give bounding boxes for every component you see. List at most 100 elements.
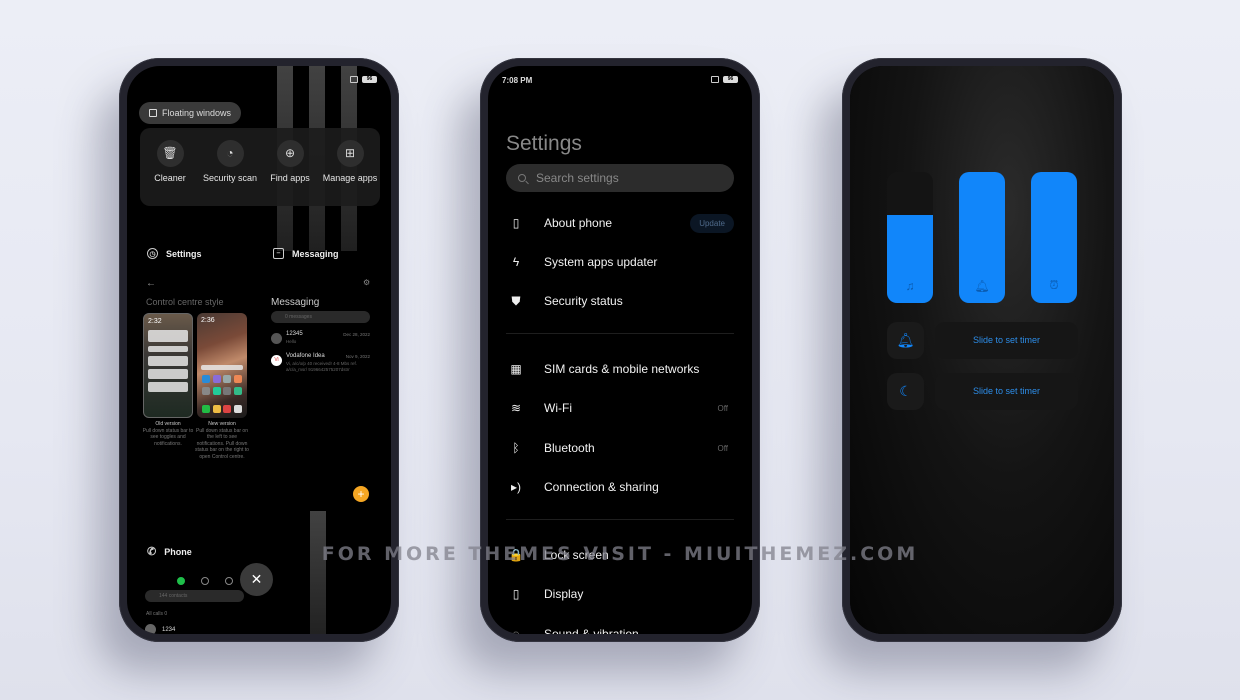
settings-item-security-status[interactable]: ⛊ Security status xyxy=(506,289,734,313)
trash-icon: 🗑 xyxy=(156,140,184,167)
preview-time: 2:32 xyxy=(148,318,162,325)
floating-windows-label: Floating windows xyxy=(162,108,232,118)
messaging-header: Messaging xyxy=(271,297,320,308)
preview-app-row xyxy=(202,375,242,383)
bluetooth-icon: ᛒ xyxy=(512,441,520,455)
security-scan-button[interactable]: ◔ Security scan xyxy=(202,140,258,206)
battery-icon: 96 xyxy=(362,76,377,83)
settings-item-connection-sharing[interactable]: ▸) Connection & sharing xyxy=(506,475,734,499)
status-time: 7:08 PM xyxy=(502,76,533,85)
alarm-volume-slider[interactable]: ⏰︎ xyxy=(1031,172,1077,303)
avatar: Vi xyxy=(271,355,282,366)
clear-all-button[interactable]: ✕ xyxy=(240,563,273,596)
shield-icon: ⛊ xyxy=(511,293,521,308)
preview-search-bar xyxy=(201,365,243,370)
message-sender: 12345 xyxy=(286,331,303,337)
old-version-preview[interactable]: 2:32 xyxy=(143,313,193,418)
recent-app-settings[interactable]: ◷ Settings xyxy=(147,248,202,259)
preview-notification xyxy=(148,382,188,392)
message-sender: Vodafone Idea xyxy=(286,353,325,359)
message-date: Nov 9, 2022 xyxy=(345,354,370,359)
preview-time: 2:36 xyxy=(201,317,215,324)
sim-icon: ▦ xyxy=(510,362,522,376)
find-apps-label: Find apps xyxy=(270,173,310,183)
dnd-timer-slider[interactable]: Slide to set timer xyxy=(935,373,1078,410)
settings-item-system-apps-updater[interactable]: ϟ System apps updater xyxy=(506,250,734,274)
manage-apps-label: Manage apps xyxy=(322,173,378,183)
alarm-clock-icon: ⏰︎ xyxy=(1049,278,1059,292)
message-date: Dec 28, 2022 xyxy=(343,332,370,337)
search-settings-input[interactable]: Search settings xyxy=(506,164,734,192)
old-version-caption: Old version Pull down status bar to see … xyxy=(140,421,196,447)
new-message-fab[interactable]: + xyxy=(353,486,369,502)
find-apps-button[interactable]: ⊕ Find apps xyxy=(262,140,318,206)
gear-icon[interactable]: ⚙ xyxy=(363,278,370,287)
tab-calls[interactable] xyxy=(177,577,185,585)
preview-notification xyxy=(148,356,188,366)
call-number: 1234 xyxy=(162,626,176,633)
floating-window-icon xyxy=(149,109,157,117)
tab-contacts[interactable] xyxy=(201,577,209,585)
settings-item-sound[interactable]: ◌ Sound & vibration xyxy=(506,622,734,634)
settings-item-label: Bluetooth xyxy=(544,441,595,455)
new-version-caption: New version Pull down status bar on the … xyxy=(194,421,250,460)
message-preview: Vi, a/c/o/p 40 received! 4-8 Mbs ref. a/… xyxy=(286,361,357,372)
floating-windows-button[interactable]: Floating windows xyxy=(139,102,242,124)
recent-app-messaging[interactable]: – Messaging xyxy=(273,248,339,259)
update-badge[interactable]: Update xyxy=(690,213,734,233)
status-bar: 96 xyxy=(141,76,377,88)
message-item[interactable]: Vi Vodafone Idea Vi, a/c/o/p 40 received… xyxy=(271,353,370,375)
back-arrow-icon[interactable]: ← xyxy=(146,278,156,289)
bluetooth-status: Off xyxy=(717,443,728,453)
decor-stripe xyxy=(310,511,326,634)
message-preview: Hello xyxy=(286,339,297,344)
manage-apps-button[interactable]: ⊞ Manage apps xyxy=(322,140,378,206)
settings-item-label: Security status xyxy=(544,294,623,308)
phone-tabs xyxy=(177,577,233,585)
media-volume-slider[interactable]: ♫ xyxy=(887,172,933,303)
app-search-icon: ⊕ xyxy=(276,140,304,167)
settings-item-label: Sound & vibration xyxy=(544,627,639,634)
settings-item-bluetooth[interactable]: ᛒ Bluetooth Off xyxy=(506,436,734,460)
settings-item-sim-cards[interactable]: ▦ SIM cards & mobile networks xyxy=(506,357,734,381)
ring-timer-button[interactable]: 🔔︎ xyxy=(887,322,924,359)
settings-item-about-phone[interactable]: ▯ About phone Update xyxy=(506,211,734,235)
preview-app-row xyxy=(202,387,242,395)
contacts-search-input[interactable]: 144 contacts xyxy=(145,590,244,602)
messaging-app-icon: – xyxy=(273,248,284,259)
tab-favorites[interactable] xyxy=(225,577,233,585)
cleaner-button[interactable]: 🗑 Cleaner xyxy=(142,140,198,206)
new-version-preview[interactable]: 2:36 xyxy=(197,313,247,418)
bell-icon: 🔔︎ xyxy=(896,332,915,348)
dnd-timer-button[interactable]: ☾ xyxy=(887,373,924,410)
preview-toggles xyxy=(148,330,188,342)
settings-item-label: SIM cards & mobile networks xyxy=(544,362,700,376)
message-item[interactable]: 12345 Hello Dec 28, 2022 xyxy=(271,331,370,353)
speedometer-icon: ◔ xyxy=(216,140,244,167)
settings-item-label: Wi-Fi xyxy=(544,401,572,415)
watermark-text: FOR MORE THEMES VISIT - MIUITHEMEZ.COM xyxy=(321,543,919,565)
preview-notification xyxy=(148,369,188,379)
connection-icon: ▸) xyxy=(510,480,522,494)
recents-quick-actions: 🗑 Cleaner ◔ Security scan ⊕ Find apps ⊞ … xyxy=(140,128,380,206)
music-note-icon: ♫ xyxy=(905,279,915,293)
control-centre-style-label: Control centre style xyxy=(146,297,224,307)
settings-item-wifi[interactable]: ≋ Wi-Fi Off xyxy=(506,396,734,420)
settings-item-label: About phone xyxy=(544,216,613,230)
all-calls-label: All calls 0 xyxy=(146,611,168,617)
settings-item-label: System apps updater xyxy=(544,255,658,269)
avatar xyxy=(271,333,282,344)
bell-icon: 🔔︎ xyxy=(974,279,990,293)
divider xyxy=(506,333,734,334)
ring-timer-slider[interactable]: Slide to set timer xyxy=(935,322,1078,359)
screen-record-icon xyxy=(711,76,719,83)
call-log-item[interactable]: 1234 xyxy=(145,624,175,634)
messages-search-input[interactable]: 0 messages xyxy=(271,311,370,323)
settings-item-display[interactable]: ▯ Display xyxy=(506,582,734,606)
moon-icon: ☾ xyxy=(899,383,912,399)
display-icon: ▯ xyxy=(512,587,520,601)
divider xyxy=(506,519,734,520)
security-scan-label: Security scan xyxy=(202,173,258,183)
ring-volume-slider[interactable]: 🔔︎ xyxy=(959,172,1005,303)
sound-icon: ◌ xyxy=(512,627,520,634)
